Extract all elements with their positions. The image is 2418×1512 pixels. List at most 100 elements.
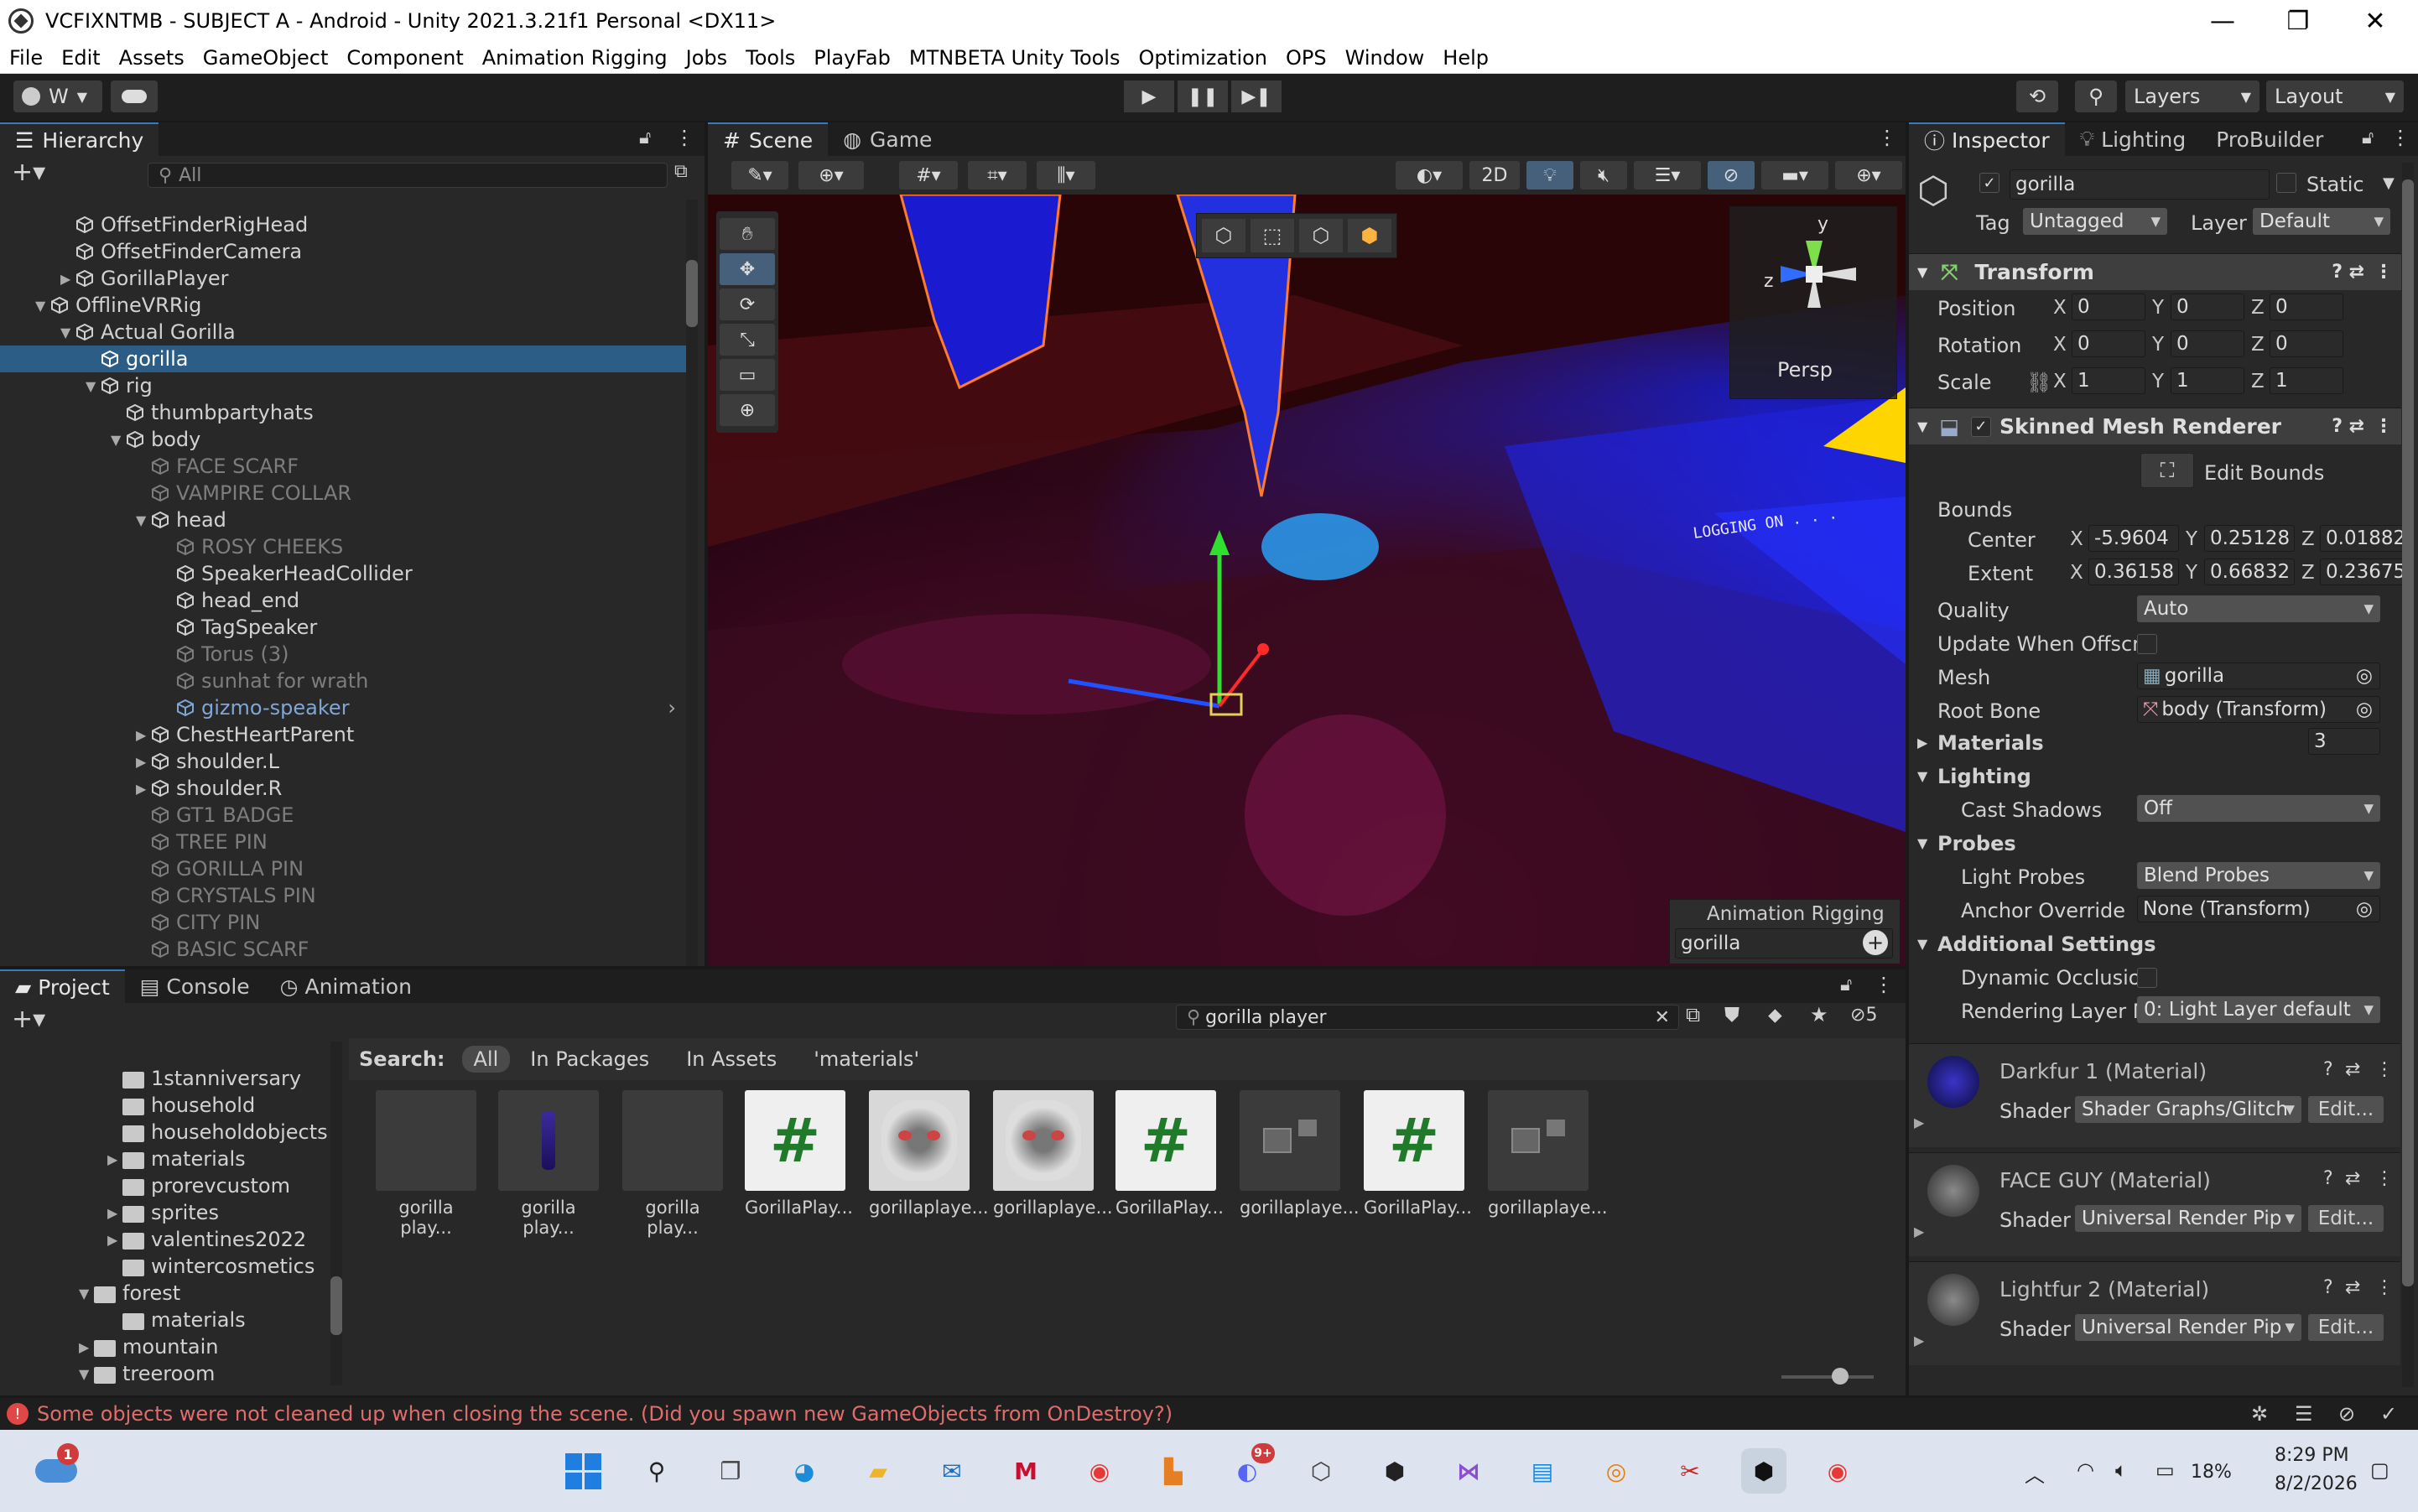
active-checkbox[interactable]: ✓ — [1979, 173, 1999, 193]
foldout-arrow-icon[interactable]: ▼ — [79, 1286, 94, 1302]
task-view-button[interactable]: ❐ — [708, 1448, 753, 1494]
lighting-toggle[interactable]: 💡︎ — [1526, 161, 1573, 190]
filter-in-packages[interactable]: In Packages — [530, 1047, 649, 1071]
lock-icon[interactable]: 🔓︎ — [639, 127, 651, 148]
folder-tree-item[interactable]: materials — [0, 1307, 335, 1333]
foldout-arrow-icon[interactable]: ▼ — [136, 512, 151, 528]
menu-item-edit[interactable]: Edit — [52, 46, 109, 70]
history-button[interactable]: ⟲ — [2016, 81, 2058, 112]
asset-tile[interactable]: gorillaplaye... — [1240, 1090, 1360, 1218]
hierarchy-row[interactable]: ▼ body — [0, 426, 689, 453]
folder-tree-item[interactable]: ▼ forest — [0, 1280, 335, 1307]
effects-dropdown[interactable]: ☰▾ — [1634, 161, 1701, 190]
menu-item-tools[interactable]: Tools — [736, 46, 804, 70]
mesh-field[interactable]: ▦ gorilla ◎ — [2137, 662, 2380, 689]
edit-shader-button[interactable]: Edit... — [2308, 1205, 2384, 1232]
asset-tile[interactable]: # GorillaPlay... — [745, 1090, 853, 1218]
hierarchy-row[interactable]: TagSpeaker — [0, 614, 689, 641]
folder-tree-item[interactable]: ▶ materials — [0, 1146, 335, 1172]
move-tool-button[interactable]: ✥ — [720, 253, 775, 285]
foldout-arrow-icon[interactable]: ▼ — [86, 378, 101, 394]
hierarchy-row[interactable]: ▶ shoulder.L — [0, 748, 689, 775]
audio-toggle[interactable]: 🔇︎ — [1580, 161, 1627, 190]
help-icon[interactable]: ? — [2323, 1277, 2333, 1298]
rig-target-field[interactable]: gorilla — [1675, 928, 1893, 959]
folder-tree-item[interactable]: household — [0, 1092, 335, 1119]
hierarchy-row[interactable]: ▶ shoulder.R — [0, 775, 689, 802]
foldout-arrow-icon[interactable]: ▼ — [60, 325, 75, 340]
visual-studio-app[interactable]: ⋈ — [1446, 1448, 1491, 1494]
create-button[interactable]: +▾ — [12, 1005, 45, 1034]
tab-hierarchy[interactable]: ☰ Hierarchy — [0, 122, 159, 156]
asset-tile[interactable]: # GorillaPlay... — [1364, 1090, 1472, 1218]
bounds-center-z-field[interactable]: 0.01882 — [2320, 525, 2410, 552]
foldout-arrow-icon[interactable]: ▶ — [79, 1339, 94, 1355]
transform-tool-button[interactable]: ⊕ — [720, 394, 775, 426]
foldout-arrow-icon[interactable]: ▶ — [107, 1151, 122, 1167]
hierarchy-row[interactable]: TREE PIN — [0, 829, 689, 855]
hierarchy-row[interactable]: ▼ OfflineVRRig — [0, 292, 689, 319]
folder-tree-item[interactable]: ▼ treeroom — [0, 1360, 335, 1387]
shader-dropdown[interactable]: Universal Render Pip — [2075, 1205, 2301, 1232]
rendering-layer-dropdown[interactable]: 0: Light Layer default — [2137, 996, 2380, 1023]
folder-tree-item[interactable]: wintercosmetics — [0, 1253, 335, 1280]
hierarchy-row[interactable]: SpeakerHeadCollider — [0, 560, 689, 587]
orientation-gizmo[interactable]: y z Persp — [1729, 206, 1897, 399]
face-mode-button[interactable]: ⬢ — [1348, 219, 1391, 252]
edge-mode-button[interactable]: ⬡ — [1299, 219, 1343, 252]
filter-all[interactable]: All — [461, 1046, 511, 1073]
dynamic-occlusion-checkbox[interactable] — [2137, 968, 2157, 988]
folder-tree-item[interactable]: ▶ sprites — [0, 1199, 335, 1226]
more-menu-icon[interactable]: ⋮ — [2375, 1059, 2394, 1080]
chrome-profile-app[interactable]: ◉ — [1815, 1448, 1860, 1494]
folder-tree-item[interactable]: ▶ valentines2022 — [0, 1226, 335, 1253]
root-bone-field[interactable]: ⤧ body (Transform) ◎ — [2137, 696, 2380, 723]
hierarchy-row[interactable]: head_end — [0, 587, 689, 614]
transform-header[interactable]: ▼ ⤧ Transform ? ⇄ ⋮ — [1909, 253, 2401, 290]
snipping-tool-app[interactable]: ✂ — [1667, 1448, 1713, 1494]
preset-icon[interactable]: ⇄ — [2345, 1168, 2360, 1189]
rect-tool-button[interactable]: ▭ — [720, 359, 775, 391]
help-icon[interactable]: ? — [2332, 416, 2343, 437]
hidden-packages-icon[interactable]: ⊘5 — [1850, 1005, 1877, 1026]
account-dropdown[interactable]: W ▼ — [13, 81, 102, 112]
hierarchy-row[interactable]: VAMPIRE COLLAR — [0, 480, 689, 507]
foldout-arrow-icon[interactable]: ▶ — [136, 727, 151, 743]
persp-label[interactable]: Persp — [1777, 358, 1833, 382]
object-name-field[interactable]: gorilla — [2010, 169, 2270, 200]
foldout-arrow-icon[interactable]: ▶ — [1914, 1115, 1924, 1130]
hierarchy-row[interactable]: thumbpartyhats — [0, 399, 689, 426]
tab-inspector[interactable]: ⓘ Inspector — [1909, 122, 2065, 156]
foldout-arrow-icon[interactable]: ▶ — [136, 754, 151, 770]
more-menu-icon[interactable]: ⋮ — [2375, 1168, 2394, 1189]
asset-tile[interactable]: gorilla play... — [498, 1090, 599, 1238]
increment-snap-dropdown[interactable]: ⌗▾ — [968, 161, 1027, 190]
view-tool-button[interactable]: ✋︎ — [720, 218, 775, 250]
more-menu-icon[interactable]: ⋮ — [2374, 416, 2393, 437]
create-button[interactable]: +▾ — [12, 158, 45, 187]
clear-search-icon[interactable]: ✕ — [1655, 1007, 1670, 1028]
bounds-extent-x-field[interactable]: 0.36158 — [2088, 559, 2179, 585]
draw-mode-dropdown[interactable]: ✎▾ — [731, 161, 788, 190]
chevron-right-icon[interactable]: › — [668, 696, 676, 720]
hierarchy-row[interactable]: CITY PIN — [0, 909, 689, 936]
rotation-z-field[interactable]: 0 — [2270, 330, 2343, 357]
battery-icon[interactable]: ▭ — [2155, 1458, 2175, 1482]
lock-icon[interactable]: 🔓︎ — [2362, 127, 2374, 148]
object-picker-icon[interactable]: ◎ — [2356, 665, 2373, 687]
folder-tree-item[interactable]: prorevcustom — [0, 1172, 335, 1199]
rotate-tool-button[interactable]: ⟳ — [720, 288, 775, 320]
gizmos-dropdown[interactable]: ⊕▾ — [1835, 161, 1902, 190]
menu-item-jobs[interactable]: Jobs — [677, 46, 737, 70]
rotation-x-field[interactable]: 0 — [2072, 330, 2145, 357]
chrome-app[interactable]: ◉ — [1077, 1448, 1122, 1494]
folder-tree-scrollbar[interactable] — [330, 1042, 342, 1385]
unity-hub-app[interactable]: ⬡ — [1298, 1448, 1344, 1494]
menu-item-mtnbeta-unity-tools[interactable]: MTNBETA Unity Tools — [900, 46, 1130, 70]
pause-button[interactable]: ❚❚ — [1178, 81, 1228, 112]
smr-enabled-checkbox[interactable]: ✓ — [1970, 416, 1991, 437]
scene-visibility-icon[interactable]: ⧉ — [674, 161, 688, 182]
help-icon[interactable]: ? — [2323, 1168, 2333, 1189]
hierarchy-row[interactable]: OffsetFinderCamera — [0, 238, 689, 265]
edit-bounds-button[interactable]: ⛶ — [2140, 453, 2194, 488]
